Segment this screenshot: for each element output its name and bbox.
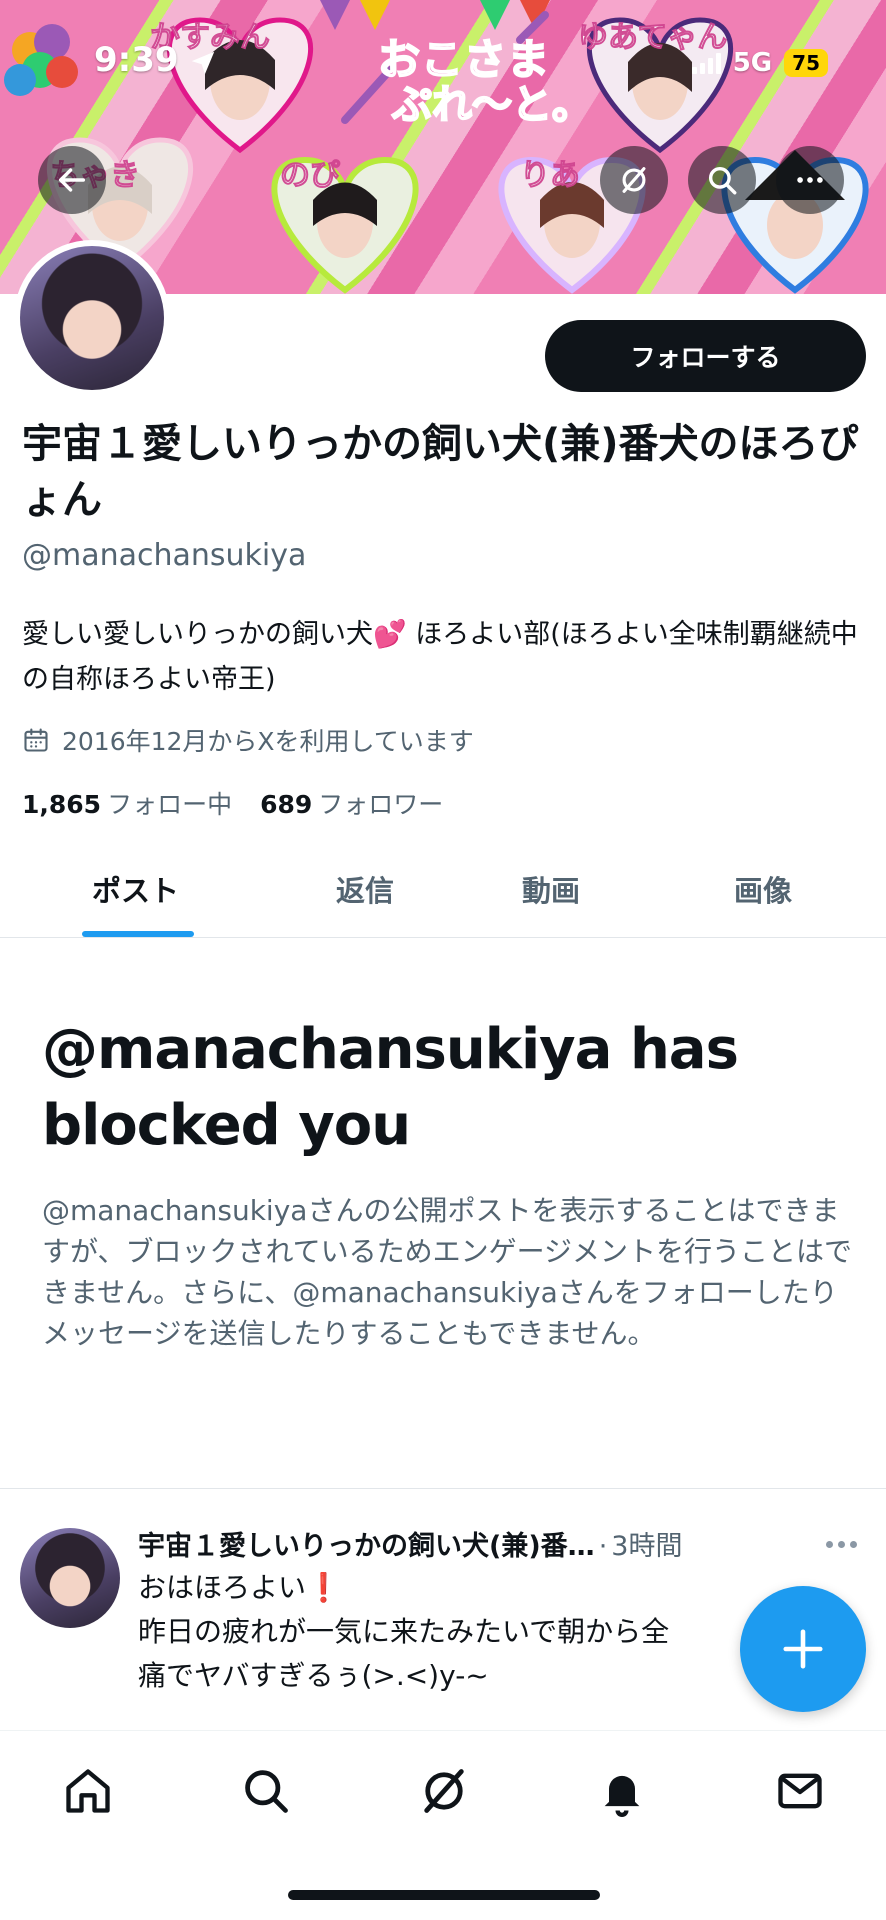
heart-name-label: のぴ: [280, 158, 341, 194]
display-name: 宇宙１愛しいりっかの飼い犬(兼)番犬のほろぴょん: [22, 421, 859, 523]
username-handle: @manachansukiya: [22, 538, 307, 573]
grok-icon: [424, 1769, 464, 1813]
home-indicator: [288, 1890, 600, 1900]
grok-button[interactable]: [600, 146, 668, 214]
profile-bio: 愛しい愛しいりっかの飼い犬💕 ほろよい部(ほろよい全味制覇継続中の自称ほろよい帝…: [22, 612, 872, 702]
post-more-button[interactable]: [826, 1534, 866, 1554]
back-arrow-icon: [58, 168, 86, 192]
grok-icon: [622, 167, 646, 193]
post-author-avatar[interactable]: [20, 1528, 120, 1628]
home-icon: [66, 1769, 110, 1813]
post-author-name[interactable]: 宇宙１愛しいりっかの飼い犬(兼)番…: [138, 1524, 595, 1563]
search-icon: [708, 166, 737, 195]
nav-search[interactable]: [236, 1761, 296, 1821]
search-button[interactable]: [688, 146, 756, 214]
post-line: おはほろよい: [138, 1571, 307, 1604]
banner-subtitle: ぷれ〜と。: [391, 81, 593, 129]
more-horizontal-icon: [797, 177, 823, 183]
follow-button[interactable]: フォローする: [545, 320, 866, 392]
joined-text: 2016年12月からXを利用しています: [62, 727, 474, 756]
blocked-description: @manachansukiyaさんの公開ポストを表示することはできますが、ブロッ…: [42, 1194, 853, 1350]
post-separator: ·: [598, 1531, 608, 1562]
profile-avatar[interactable]: [14, 240, 170, 396]
following-label: フォロー中: [107, 790, 233, 819]
followers-label: フォロワー: [318, 790, 444, 819]
following-count: 1,865: [22, 790, 102, 819]
messages-icon: [778, 1773, 822, 1809]
post-timestamp: 3時間: [611, 1531, 683, 1562]
blocked-title: @manachansukiya has blocked you: [42, 1017, 739, 1158]
nav-messages[interactable]: [770, 1761, 830, 1821]
plus-icon: [783, 1629, 823, 1669]
cellular-signal-icon: [691, 52, 721, 74]
joined-date: 2016年12月からXを利用しています: [22, 722, 474, 758]
tab-replies[interactable]: 返信: [336, 868, 394, 910]
battery-indicator: 75: [784, 49, 828, 77]
followers-count: 689: [260, 790, 313, 819]
nav-notifications[interactable]: [592, 1761, 652, 1821]
back-button[interactable]: [38, 146, 106, 214]
active-tab-indicator: [82, 931, 194, 937]
nav-home[interactable]: [58, 1761, 118, 1821]
status-time: 9:39: [94, 40, 179, 80]
more-options-button[interactable]: [776, 146, 844, 214]
location-arrow-icon: [191, 51, 215, 75]
search-icon: [245, 1770, 288, 1813]
network-type: 5G: [732, 48, 773, 78]
calendar-icon: [24, 728, 48, 752]
status-bar-right: 5G 75: [691, 48, 828, 78]
heart-emoji: 💕: [373, 619, 407, 650]
following-link[interactable]: 1,865 フォロー中: [22, 785, 232, 821]
post-header: 宇宙１愛しいりっかの飼い犬(兼)番… · 3時間: [138, 1524, 798, 1563]
exclamation-emoji: ❗: [306, 1571, 341, 1604]
profile-tabs: ポスト 返信 動画 画像: [0, 840, 886, 938]
bio-text: 愛しい愛しいりっかの飼い犬: [22, 619, 373, 650]
follow-counts: 1,865 フォロー中 689 フォロワー: [22, 785, 443, 821]
tab-posts[interactable]: ポスト: [92, 868, 179, 910]
tab-images[interactable]: 画像: [734, 868, 792, 910]
heart-name-label: りあ: [520, 158, 581, 194]
followers-link[interactable]: 689 フォロワー: [260, 785, 443, 821]
compose-post-button[interactable]: [740, 1586, 866, 1712]
section-divider: [0, 1488, 886, 1489]
nav-grok[interactable]: [414, 1761, 474, 1821]
notifications-icon: [604, 1775, 640, 1817]
tab-videos[interactable]: 動画: [522, 868, 580, 910]
